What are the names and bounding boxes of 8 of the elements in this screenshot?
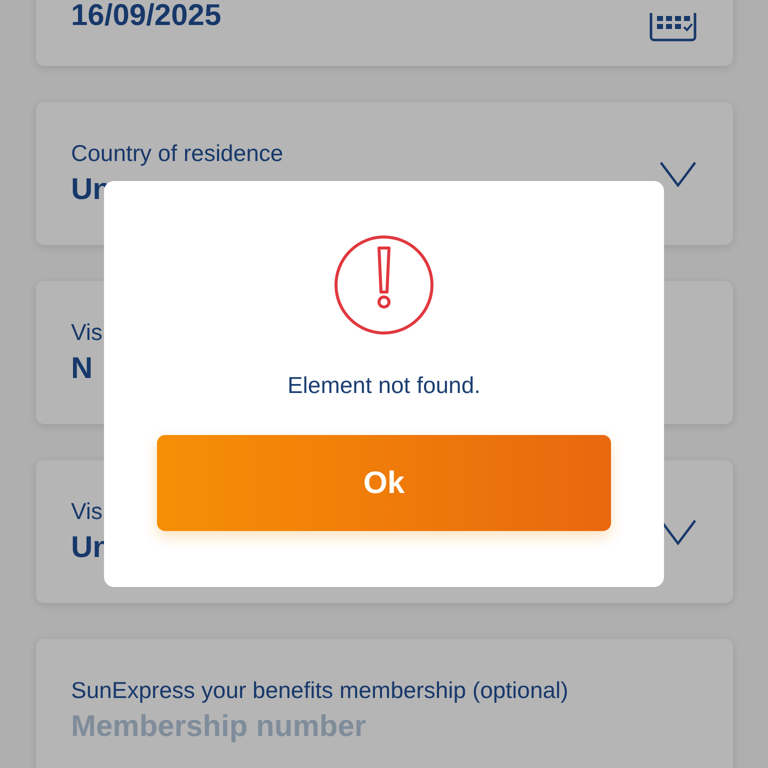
field-label: Country of residence bbox=[71, 140, 284, 167]
field-value[interactable]: 16/09/2025 bbox=[71, 0, 649, 33]
field-label: SunExpress your benefits membership (optional) bbox=[71, 677, 570, 704]
field-label: Vis bbox=[71, 319, 104, 346]
field-label: Vis bbox=[71, 498, 104, 525]
dialog-message: Element not found. bbox=[287, 372, 481, 399]
warning-icon bbox=[333, 234, 435, 336]
calendar-icon[interactable] bbox=[649, 13, 697, 43]
